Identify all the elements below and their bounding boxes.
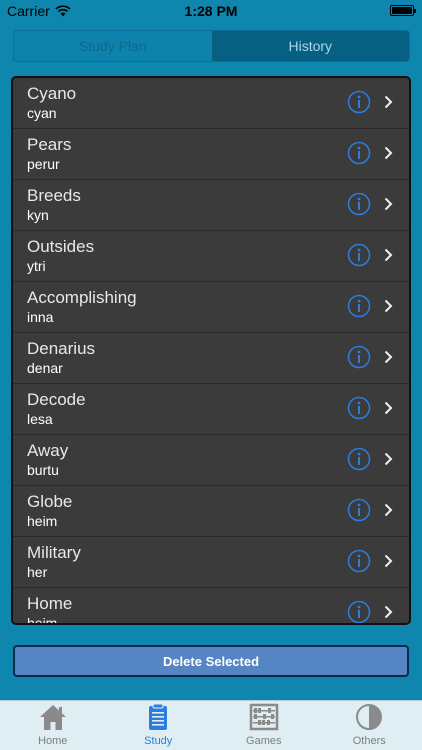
info-icon[interactable] — [347, 90, 371, 114]
chevron-right-icon[interactable] — [384, 452, 393, 466]
history-list[interactable]: Cyano cyan Pears perur Breeds kyn Outsid… — [11, 76, 411, 625]
chevron-right-icon[interactable] — [384, 605, 393, 619]
item-translation: lesa — [27, 411, 53, 427]
item-translation: inna — [27, 309, 54, 325]
info-icon[interactable] — [347, 141, 371, 165]
item-translation: ytri — [27, 258, 46, 274]
info-icon[interactable] — [347, 243, 371, 267]
tab-home[interactable]: Home — [0, 701, 106, 750]
item-word: Cyano — [27, 84, 77, 103]
list-item[interactable]: Globe heim — [13, 486, 409, 537]
info-icon[interactable] — [347, 192, 371, 216]
battery-icon — [390, 5, 416, 16]
item-word: Military — [27, 543, 81, 562]
tab-games[interactable]: Games — [211, 701, 317, 750]
tab-study[interactable]: Study — [106, 701, 212, 750]
item-translation: heim — [27, 513, 58, 529]
chevron-right-icon[interactable] — [384, 554, 393, 568]
item-word: Away — [27, 441, 69, 460]
tab-label: Home — [38, 735, 68, 747]
item-translation: her — [27, 564, 48, 580]
info-icon[interactable] — [347, 600, 371, 624]
tab-bar: Home Study Games Others — [0, 700, 422, 750]
tab-others[interactable]: Others — [317, 701, 422, 750]
list-item[interactable]: Away burtu — [13, 435, 409, 486]
chevron-right-icon[interactable] — [384, 299, 393, 313]
list-item[interactable]: Home heim — [13, 588, 409, 625]
item-translation: cyan — [27, 105, 57, 121]
home-icon — [39, 705, 66, 730]
chevron-right-icon[interactable] — [384, 197, 393, 211]
item-translation: burtu — [27, 462, 59, 478]
list-item[interactable]: Outsides ytri — [13, 231, 409, 282]
delete-selected-button[interactable]: Delete Selected — [13, 645, 409, 677]
half-circle-icon — [356, 704, 383, 730]
item-translation: perur — [27, 156, 60, 172]
chevron-right-icon[interactable] — [384, 146, 393, 160]
segment-study-plan[interactable]: Study Plan — [14, 31, 212, 61]
item-word: Globe — [27, 492, 73, 511]
info-icon[interactable] — [347, 498, 371, 522]
list-item[interactable]: Decode lesa — [13, 384, 409, 435]
chevron-right-icon[interactable] — [384, 248, 393, 262]
info-icon[interactable] — [347, 294, 371, 318]
list-item[interactable]: Military her — [13, 537, 409, 588]
clipboard-icon — [149, 703, 168, 730]
item-word: Decode — [27, 390, 86, 409]
chevron-right-icon[interactable] — [384, 350, 393, 364]
info-icon[interactable] — [347, 396, 371, 420]
tab-label: Study — [144, 735, 173, 747]
info-icon[interactable] — [347, 447, 371, 471]
segmented-control: Study Plan History — [13, 30, 410, 62]
item-word: Denarius — [27, 339, 96, 358]
item-word: Pears — [27, 135, 72, 154]
status-bar: Carrier 1:28 PM — [0, 0, 422, 22]
list-item[interactable]: Denarius denar — [13, 333, 409, 384]
info-icon[interactable] — [347, 549, 371, 573]
item-translation: denar — [27, 360, 63, 376]
chevron-right-icon[interactable] — [384, 401, 393, 415]
list-item[interactable]: Breeds kyn — [13, 180, 409, 231]
list-item[interactable]: Cyano cyan — [13, 78, 409, 129]
item-word: Accomplishing — [27, 288, 137, 307]
chevron-right-icon[interactable] — [384, 503, 393, 517]
segment-history[interactable]: History — [211, 31, 409, 61]
tab-label: Games — [246, 735, 282, 747]
item-word: Home — [27, 594, 73, 613]
item-word: Breeds — [27, 186, 81, 205]
list-item[interactable]: Pears perur — [13, 129, 409, 180]
chevron-right-icon[interactable] — [384, 95, 393, 109]
tab-label: Others — [352, 735, 386, 747]
abacus-icon — [249, 703, 278, 731]
item-translation: heim — [27, 615, 58, 625]
info-icon[interactable] — [347, 345, 371, 369]
item-translation: kyn — [27, 207, 49, 223]
status-time: 1:28 PM — [184, 3, 238, 19]
list-item[interactable]: Accomplishing inna — [13, 282, 409, 333]
item-word: Outsides — [27, 237, 95, 256]
